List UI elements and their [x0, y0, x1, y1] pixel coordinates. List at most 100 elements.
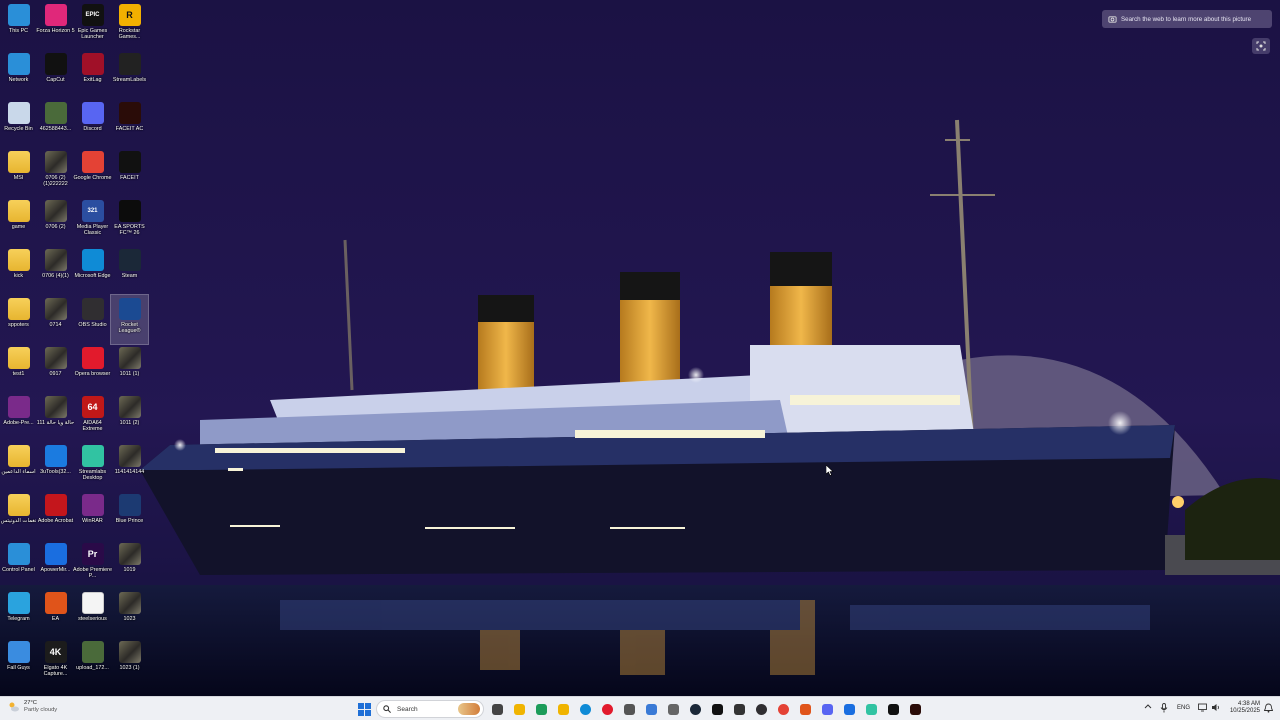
desktop-icon[interactable]: Adobe-Pre...: [0, 393, 37, 442]
desktop-icon[interactable]: Discord: [74, 99, 111, 148]
desktop-icon[interactable]: 0714: [37, 295, 74, 344]
capcut-icon[interactable]: [709, 701, 725, 717]
telegram-icon: [7, 592, 30, 614]
desktop-icon[interactable]: ExitLag: [74, 50, 111, 99]
desktop-icon[interactable]: نغمات الدونيتس: [0, 491, 37, 540]
desktop-icon[interactable]: Microsoft Edge: [74, 246, 111, 295]
desktop-icon[interactable]: sppoters: [0, 295, 37, 344]
desktop-icon[interactable]: Network: [0, 50, 37, 99]
desktop-icon[interactable]: Fall Guys: [0, 638, 37, 687]
task-view-icon[interactable]: [489, 701, 505, 717]
ea-icon[interactable]: [797, 701, 813, 717]
photos-icon[interactable]: [643, 701, 659, 717]
desktop-icon[interactable]: R Rockstar Games...: [111, 1, 148, 50]
discord-icon[interactable]: [819, 701, 835, 717]
desktop-icon[interactable]: Pr Adobe Premiere P...: [73, 540, 112, 589]
desktop-icon[interactable]: MSI: [0, 148, 37, 197]
desktop-icon[interactable]: اسماء الداعمين: [0, 442, 37, 491]
desktop-icon[interactable]: 1023 (1): [111, 638, 148, 687]
desktop-icon[interactable]: Control Panel: [0, 540, 37, 589]
desktop-icon[interactable]: 1019: [111, 540, 148, 589]
volume-icon[interactable]: [1211, 703, 1220, 714]
desktop-icon[interactable]: This PC: [0, 1, 37, 50]
show-hidden-icons-chevron-icon[interactable]: [1144, 703, 1152, 713]
notification-icon[interactable]: [1263, 703, 1274, 715]
desktop-icon[interactable]: 321 Media Player Classic: [74, 197, 111, 246]
excel-like-app-icon[interactable]: [533, 701, 549, 717]
desktop-icon[interactable]: OBS Studio: [74, 295, 111, 344]
desktop-icon[interactable]: game: [0, 197, 37, 246]
desktop-icon[interactable]: 3uTools(32...: [37, 442, 74, 491]
control-panel-icon: [7, 543, 30, 565]
start-button[interactable]: [356, 701, 372, 717]
desktop-icon[interactable]: EPIC Epic Games Launcher: [74, 1, 111, 50]
faceit-ac-icon[interactable]: [907, 701, 923, 717]
desktop-icon[interactable]: Adobe Acrobat: [37, 491, 74, 540]
desktop-icon[interactable]: Blue Prince: [111, 491, 148, 540]
desktop-icon[interactable]: CapCut: [37, 50, 74, 99]
faceit-icon[interactable]: [885, 701, 901, 717]
desktop-icon[interactable]: EA SPORTS FC™ 26: [111, 197, 148, 246]
file-explorer-icon[interactable]: [511, 701, 527, 717]
steam-icon[interactable]: [687, 701, 703, 717]
streamlabs-icon[interactable]: [863, 701, 879, 717]
desktop-icon-label: WinRAR: [82, 518, 103, 524]
video-thumbnail-icon: [44, 200, 67, 222]
opera-icon[interactable]: [599, 701, 615, 717]
network-icon[interactable]: [1198, 703, 1207, 714]
clock[interactable]: 4:38 AM 10/25/2025: [1222, 701, 1260, 715]
learn-about-picture-button[interactable]: Search the web to learn more about this …: [1102, 10, 1272, 28]
obs-icon[interactable]: [753, 701, 769, 717]
desktop-icon[interactable]: Forza Horizon 5: [36, 1, 75, 50]
mouse-cursor-icon: [826, 465, 834, 476]
desktop-icon[interactable]: steelserious: [74, 589, 111, 638]
microphone-icon[interactable]: [1160, 703, 1168, 715]
folder-icon[interactable]: [555, 701, 571, 717]
desktop-icon[interactable]: 1141414144: [111, 442, 148, 491]
desktop-icon-label: Elgato 4K Capture...: [43, 665, 68, 678]
desktop-icon[interactable]: kick: [0, 246, 37, 295]
chrome-icon[interactable]: [775, 701, 791, 717]
taskbar: 27°C Partly cloudy Search ENG 4:38 AM 10…: [0, 696, 1280, 720]
apowermirror-icon: [44, 543, 67, 565]
settings-icon[interactable]: [665, 701, 681, 717]
edge-icon[interactable]: [577, 701, 593, 717]
calculator-icon[interactable]: [621, 701, 637, 717]
desktop-icon[interactable]: Recycle Bin: [0, 99, 37, 148]
desktop-icon[interactable]: 4K Elgato 4K Capture...: [37, 638, 74, 687]
desktop-icon[interactable]: 0706 (4)(1): [37, 246, 74, 295]
desktop-icon-label: 3uTools(32...: [40, 469, 71, 475]
desktop-icon[interactable]: 1023: [111, 589, 148, 638]
desktop-icon[interactable]: 64 AIDA64 Extreme: [74, 393, 111, 442]
desktop-icon[interactable]: EA: [37, 589, 74, 638]
video-thumbnail-icon: [44, 347, 67, 369]
desktop-icon[interactable]: Rocket League®: [110, 294, 149, 345]
desktop-icon-label: 0706 (4)(1): [42, 273, 69, 279]
desktop-icon[interactable]: Google Chrome: [73, 148, 112, 197]
desktop-icon[interactable]: Telegram: [0, 589, 37, 638]
language-indicator[interactable]: ENG: [1177, 705, 1190, 711]
taskbar-search-box[interactable]: Search: [376, 700, 484, 718]
desktop-icon-label: ExitLag: [83, 77, 102, 83]
desktop-icon[interactable]: 462588443...: [37, 99, 74, 148]
desktop-icon[interactable]: upload_172...: [74, 638, 111, 687]
desktop-icon[interactable]: test1: [0, 344, 37, 393]
visual-search-button[interactable]: [1252, 38, 1270, 54]
desktop-icon[interactable]: ApowerMir...: [37, 540, 74, 589]
terminal-icon[interactable]: [731, 701, 747, 717]
desktop-icon[interactable]: 1011 (1): [111, 344, 148, 393]
desktop-icon[interactable]: Steam: [111, 246, 148, 295]
desktop-icon[interactable]: 1011 (2): [111, 393, 148, 442]
desktop-icon[interactable]: FACEIT: [111, 148, 148, 197]
apowermirror-icon[interactable]: [841, 701, 857, 717]
desktop-icon[interactable]: 0706 (2)(1)222222: [37, 148, 74, 197]
desktop-icon[interactable]: 0917: [37, 344, 74, 393]
desktop-icon[interactable]: Opera browser: [74, 344, 111, 393]
desktop-icon[interactable]: WinRAR: [74, 491, 111, 540]
desktop-icon[interactable]: حالة ويا حالة 111: [37, 393, 74, 442]
desktop-icon[interactable]: StreamLabels: [111, 50, 148, 99]
desktop-icon[interactable]: Streamlabs Desktop: [74, 442, 111, 491]
desktop-icon[interactable]: FACEIT AC: [111, 99, 148, 148]
weather-widget[interactable]: 27°C Partly cloudy: [8, 700, 57, 714]
desktop-icon[interactable]: 0706 (2): [37, 197, 74, 246]
